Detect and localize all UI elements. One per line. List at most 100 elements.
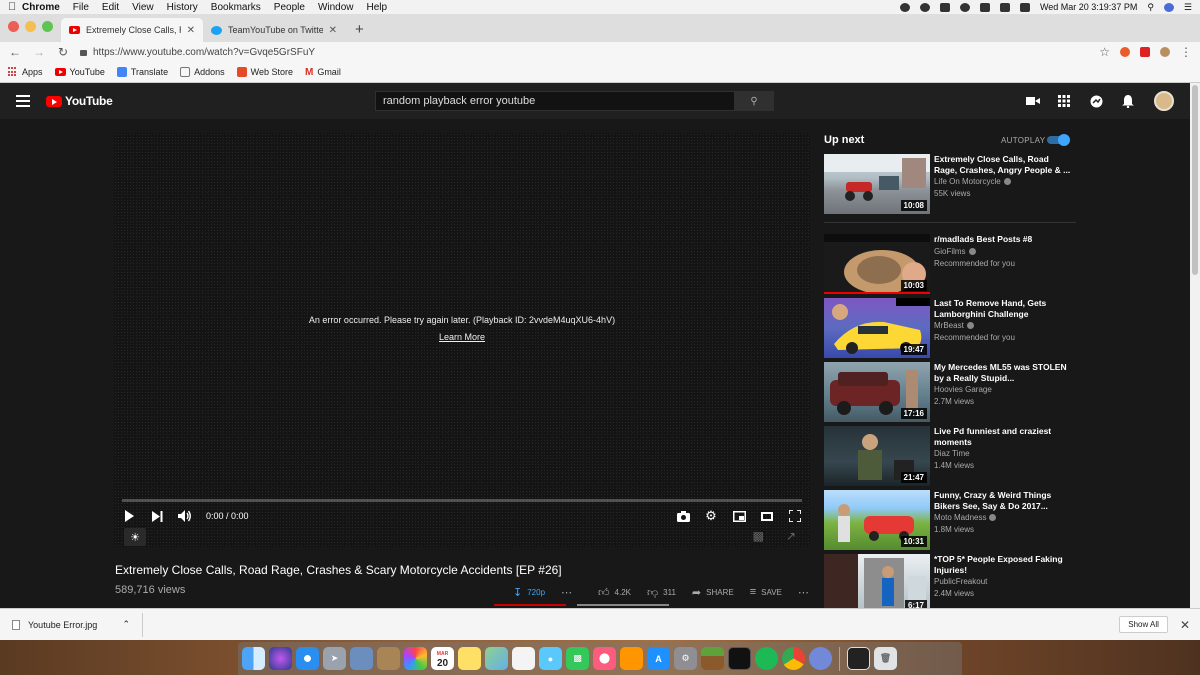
messages-icon[interactable]: ● xyxy=(539,647,562,670)
notification-center-icon[interactable]: ☰ xyxy=(1184,2,1192,13)
new-tab-button[interactable]: + xyxy=(345,21,374,42)
tab-youtube-video[interactable]: Extremely Close Calls, Road Ra ✕ xyxy=(61,18,203,42)
channel-name[interactable]: Moto Madness xyxy=(934,513,997,522)
show-all-button[interactable]: Show All xyxy=(1119,616,1168,633)
dislike-button[interactable]: 👎︎ 311 xyxy=(639,585,684,599)
video-title[interactable]: Funny, Crazy & Weird Things Bikers See, … xyxy=(934,490,1074,511)
search-button[interactable]: ⚲ xyxy=(734,91,774,111)
video-thumbnail[interactable]: 10:03 xyxy=(824,234,930,294)
menu-file[interactable]: File xyxy=(73,2,89,13)
quality-download-button[interactable]: ↧ 720p xyxy=(505,585,553,599)
menu-people[interactable]: People xyxy=(274,2,305,13)
learn-more-link[interactable]: Learn More xyxy=(114,332,810,342)
siri-icon[interactable] xyxy=(269,647,292,670)
play-button[interactable] xyxy=(122,509,136,523)
reload-icon[interactable]: ↻ xyxy=(56,45,70,59)
bookmark-apps[interactable]: Apps xyxy=(8,67,43,77)
screenshot-button[interactable] xyxy=(676,509,690,523)
video-player[interactable]: An error occurred. Please try again late… xyxy=(114,133,810,547)
video-title[interactable]: *TOP 5* People Exposed Faking Injuries! xyxy=(934,554,1074,575)
recommendation-item[interactable]: 19:47 Last To Remove Hand, Gets Lamborgh… xyxy=(824,298,1084,358)
tray-timemachine-icon[interactable] xyxy=(939,2,950,12)
progress-bar[interactable] xyxy=(122,499,802,502)
siri-icon[interactable] xyxy=(1163,2,1174,12)
close-shelf-icon[interactable]: ✕ xyxy=(1180,618,1190,632)
profile-icon[interactable] xyxy=(1160,47,1170,57)
video-title[interactable]: Last To Remove Hand, Gets Lamborghini Ch… xyxy=(934,298,1074,319)
recommendation-item[interactable]: 17:16 My Mercedes ML55 was STOLEN by a R… xyxy=(824,362,1084,422)
video-title[interactable]: My Mercedes ML55 was STOLEN by a Really … xyxy=(934,362,1074,383)
ibooks-icon[interactable] xyxy=(620,647,643,670)
menu-edit[interactable]: Edit xyxy=(102,2,119,13)
safari-icon[interactable] xyxy=(296,647,319,670)
menu-history[interactable]: History xyxy=(167,2,198,13)
hamburger-menu-icon[interactable] xyxy=(16,95,30,107)
video-camera-icon[interactable]: ▩ xyxy=(753,529,764,543)
video-title[interactable]: Live Pd funniest and craziest moments xyxy=(934,426,1074,447)
facetime-icon[interactable]: ▩ xyxy=(566,647,589,670)
scrollbar-thumb[interactable] xyxy=(1192,85,1198,275)
video-thumbnail[interactable]: 19:47 xyxy=(824,298,930,358)
miniplayer-button[interactable] xyxy=(732,509,746,523)
tray-cloud-icon[interactable] xyxy=(919,2,930,12)
channel-name[interactable]: PublicFreakout xyxy=(934,577,987,586)
video-thumbnail[interactable]: 6:17 xyxy=(824,554,930,614)
recommendation-item[interactable]: 10:08 Extremely Close Calls, Road Rage, … xyxy=(824,154,1084,214)
bookmark-addons[interactable]: Addons xyxy=(180,67,225,77)
calendar-icon[interactable]: MAR 20 xyxy=(431,647,454,670)
menu-app-name[interactable]: Chrome xyxy=(22,2,60,13)
itunes-icon[interactable]: ♫ xyxy=(593,647,616,670)
menu-bookmarks[interactable]: Bookmarks xyxy=(211,2,261,13)
lightbulb-icon[interactable]: ☀ xyxy=(124,528,146,546)
save-button[interactable]: ≡ SAVE xyxy=(742,585,790,599)
extension-shield-icon[interactable] xyxy=(1140,47,1150,57)
photos-icon[interactable] xyxy=(404,647,427,670)
channel-name[interactable]: Life On Motorcycle xyxy=(934,177,1011,186)
autoplay-toggle-knob[interactable] xyxy=(1058,134,1070,146)
messages-icon[interactable] xyxy=(1090,95,1104,108)
forward-arrow-icon[interactable]: → xyxy=(32,45,46,59)
recommendation-item[interactable]: 10:31 Funny, Crazy & Weird Things Bikers… xyxy=(824,490,1084,550)
download-item[interactable]: Youtube Error.jpg ⌃ xyxy=(0,612,143,637)
more-actions-button[interactable]: ⋯ xyxy=(790,585,817,599)
video-thumbnail[interactable]: 10:31 xyxy=(824,490,930,550)
create-video-icon[interactable] xyxy=(1026,95,1040,107)
zoom-window-button[interactable] xyxy=(42,20,53,32)
close-tab-icon[interactable]: ✕ xyxy=(187,25,195,36)
chrome-menu-icon[interactable]: ⋮ xyxy=(1180,45,1192,59)
app-store-icon[interactable]: A xyxy=(647,647,670,670)
finder-icon[interactable] xyxy=(242,647,265,670)
channel-name[interactable]: GioFilms xyxy=(934,247,976,256)
minimize-window-button[interactable] xyxy=(25,20,36,32)
share-button[interactable]: ➦ SHARE xyxy=(684,585,742,599)
video-thumbnail[interactable]: 21:47 xyxy=(824,426,930,486)
address-bar[interactable]: https://www.youtube.com/watch?v=Gvqe5GrS… xyxy=(80,43,1089,61)
account-avatar[interactable] xyxy=(1154,91,1174,111)
theater-mode-button[interactable] xyxy=(760,509,774,523)
chevron-up-icon[interactable]: ⌃ xyxy=(122,619,130,630)
notes-folder-icon[interactable] xyxy=(377,647,400,670)
spotlight-icon[interactable]: ⚲ xyxy=(1147,2,1154,13)
close-window-button[interactable] xyxy=(8,20,19,32)
bookmark-youtube[interactable]: YouTube xyxy=(54,67,105,77)
channel-name[interactable]: MrBeast xyxy=(934,321,974,330)
tab-twitter[interactable]: TeamYouTube on Twitter: "We' ✕ xyxy=(203,18,345,42)
stickies-icon[interactable] xyxy=(458,647,481,670)
video-thumbnail[interactable]: 17:16 xyxy=(824,362,930,422)
chrome-icon[interactable] xyxy=(782,647,805,670)
recommendation-item[interactable]: 6:17 *TOP 5* People Exposed Faking Injur… xyxy=(824,554,1084,614)
volume-icon[interactable] xyxy=(999,2,1010,12)
spotify-icon[interactable] xyxy=(755,647,778,670)
settings-button[interactable]: ⚙ xyxy=(704,508,718,523)
channel-name[interactable]: Diaz Time xyxy=(934,449,970,458)
volume-button[interactable] xyxy=(178,509,192,523)
more-options-button[interactable]: ⋯ xyxy=(553,585,580,599)
downloads-stack-icon[interactable] xyxy=(847,647,870,670)
video-title[interactable]: Extremely Close Calls, Road Rage, Crashe… xyxy=(934,154,1074,175)
back-arrow-icon[interactable]: ← xyxy=(8,45,22,59)
close-tab-icon[interactable]: ✕ xyxy=(329,25,337,36)
menu-window[interactable]: Window xyxy=(318,2,354,13)
terminal-icon[interactable] xyxy=(728,647,751,670)
url-text[interactable]: https://www.youtube.com/watch?v=Gvqe5GrS… xyxy=(93,47,315,58)
system-preferences-icon[interactable]: ⚙ xyxy=(674,647,697,670)
